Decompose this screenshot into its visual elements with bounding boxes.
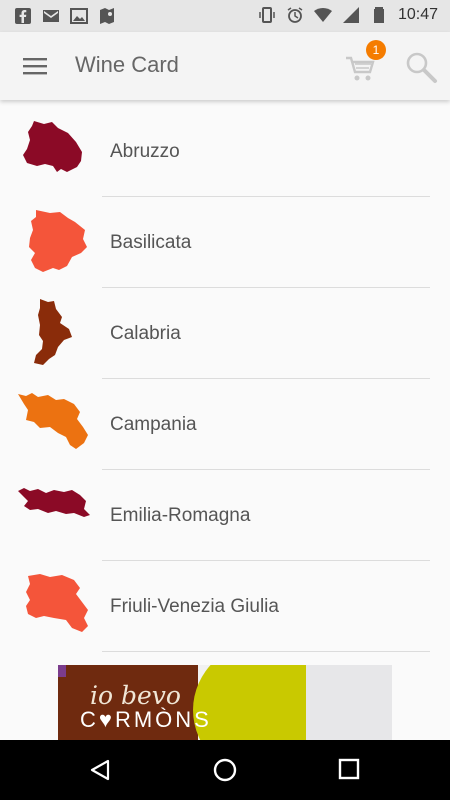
friuli-venezia-giulia-map-icon xyxy=(26,574,88,632)
calabria-map-icon xyxy=(34,299,72,365)
image-icon xyxy=(70,8,88,24)
status-bar: 10:47 xyxy=(0,0,450,32)
region-name: Abruzzo xyxy=(110,141,180,162)
wifi-icon xyxy=(313,8,332,22)
navigation-bar xyxy=(0,740,450,800)
notification-icons xyxy=(14,7,116,25)
maps-icon xyxy=(100,8,114,24)
region-name: Friuli-Venezia Giulia xyxy=(110,596,279,617)
emilia-romagna-map-icon xyxy=(18,488,90,517)
list-item-abruzzo[interactable]: Abruzzo xyxy=(0,106,450,197)
ad-decoration xyxy=(58,665,66,677)
recent-apps-icon[interactable] xyxy=(338,758,360,780)
vibrate-icon xyxy=(259,7,275,23)
basilicata-map-icon xyxy=(29,210,87,272)
hamburger-menu-icon[interactable] xyxy=(23,54,47,78)
region-list: Abruzzo Basilicata Calabria Campania Emi… xyxy=(0,106,450,652)
app-bar: Wine Card 1 xyxy=(0,32,450,100)
region-name: Basilicata xyxy=(110,232,192,253)
alarm-icon xyxy=(287,7,303,23)
gmail-icon xyxy=(43,10,59,22)
divider xyxy=(102,651,430,652)
ad-text: io bevo xyxy=(90,681,181,710)
status-time: 10:47 xyxy=(397,6,438,23)
list-item-friuli-venezia-giulia[interactable]: Friuli-Venezia Giulia xyxy=(0,561,450,652)
page-title: Wine Card xyxy=(75,52,179,77)
ad-brand: C♥RMÒNS xyxy=(80,707,212,732)
campania-map-icon xyxy=(18,393,88,449)
ad-decoration xyxy=(306,665,392,740)
region-name: Calabria xyxy=(110,323,181,344)
list-item-emilia-romagna[interactable]: Emilia-Romagna xyxy=(0,470,450,561)
back-icon[interactable] xyxy=(88,758,112,782)
signal-icon xyxy=(342,7,359,23)
ad-banner[interactable]: io bevo C♥RMÒNS xyxy=(58,665,392,740)
search-icon[interactable] xyxy=(404,50,438,84)
home-icon[interactable] xyxy=(212,757,238,783)
cart-badge: 1 xyxy=(366,40,386,60)
list-item-campania[interactable]: Campania xyxy=(0,379,450,470)
region-name: Campania xyxy=(110,414,197,435)
system-icons: 10:47 xyxy=(258,6,438,24)
facebook-icon xyxy=(15,8,31,24)
list-item-calabria[interactable]: Calabria xyxy=(0,288,450,379)
list-item-basilicata[interactable]: Basilicata xyxy=(0,197,450,288)
abruzzo-map-icon xyxy=(23,121,82,172)
region-name: Emilia-Romagna xyxy=(110,505,251,526)
battery-icon xyxy=(373,7,384,23)
